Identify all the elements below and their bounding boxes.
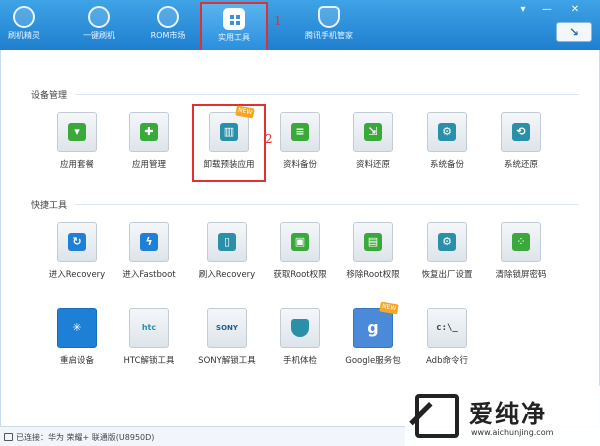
tab-utilities[interactable]: 实用工具 [200, 2, 268, 50]
menu-button[interactable]: ▾ [516, 4, 530, 16]
tab-tencent-manager[interactable]: 腾讯手机管家 [296, 2, 362, 48]
tool-label: 恢复出厂设置 [421, 270, 473, 280]
lightning-icon: ϟ [129, 222, 169, 262]
tool-data-restore[interactable]: ⇲ 资料还原 [333, 112, 413, 170]
tool-flash-recovery[interactable]: ▯ 刷入Recovery [187, 222, 267, 280]
document-backup-icon: ≡ [280, 112, 320, 152]
shopping-bag-icon: ▾ [57, 112, 97, 152]
htc-lock-icon: htc [129, 308, 169, 348]
tab-one-click-flash[interactable]: 一键刷机 [72, 2, 126, 48]
system-restore-icon: ⟲ [501, 112, 541, 152]
tool-label: Google服务包 [345, 356, 401, 366]
tab-flash-wizard[interactable]: 刷机精灵 [2, 2, 46, 48]
tool-label: 手机体检 [282, 356, 317, 366]
terminal-icon: c:\_ [427, 308, 467, 348]
watermark-url: www.aichunjing.com [471, 428, 554, 437]
spinner-icon: ✳ [57, 308, 97, 348]
section-title-device: 设备管理 [31, 91, 68, 101]
app-logo-icon [13, 6, 35, 28]
shield-icon [318, 6, 340, 28]
watermark-name: 爱纯净 [469, 400, 547, 428]
tool-app-manager[interactable]: ✚ 应用管理 [109, 112, 189, 170]
tool-system-backup[interactable]: ⚙ 系统备份 [407, 112, 487, 170]
top-toolbar: 刷机精灵 一键刷机 ROM市场 实用工具 1 腾讯手机管家 ▾ — ✕ ↘ [0, 0, 600, 50]
tool-label: 清除锁屏密码 [495, 270, 547, 280]
sony-lock-icon: SONY [207, 308, 247, 348]
tool-label: 重启设备 [59, 356, 94, 366]
connection-status: 已连接：华为 荣耀+ 联通版(U8950D) [16, 433, 155, 442]
tab-rom-market[interactable]: ROM市场 [138, 2, 198, 48]
tool-sony-unlock[interactable]: SONY SONY解锁工具 [187, 308, 267, 366]
tool-label: 获取Root权限 [273, 270, 327, 280]
tool-google-services[interactable]: g NEW Google服务包 [333, 301, 413, 366]
tool-label: 资料备份 [282, 160, 317, 170]
gears-icon: ⚙ [427, 222, 467, 262]
trash-icon: ▥ NEW [209, 105, 255, 152]
tablet-icon: ▯ [207, 222, 247, 262]
tool-phone-checkup[interactable]: 手机体检 [260, 308, 340, 366]
refresh-icon: ↻ [57, 222, 97, 262]
tool-reboot-device[interactable]: ✳ 重启设备 [37, 308, 117, 366]
tool-label: 进入Recovery [48, 270, 106, 280]
tab-label: 实用工具 [218, 33, 250, 42]
tool-label: Adb命令行 [426, 356, 468, 366]
tool-label: 应用套餐 [59, 160, 94, 170]
tab-label: 腾讯手机管家 [305, 31, 353, 40]
main-panel: 设备管理 ▾ 应用套餐 ✚ 应用管理 ▥ NEW 卸载预装应用 2 ≡ 资料备份… [0, 50, 600, 426]
tool-factory-reset[interactable]: ⚙ 恢复出厂设置 [407, 222, 487, 280]
tool-label: SONY解锁工具 [198, 356, 256, 366]
tool-enter-recovery[interactable]: ↻ 进入Recovery [37, 222, 117, 280]
tool-get-root[interactable]: ▣ 获取Root权限 [260, 222, 340, 280]
close-button[interactable]: ✕ [568, 4, 582, 16]
tool-label: 卸载预装应用 [203, 160, 255, 170]
tool-htc-unlock[interactable]: htc HTC解锁工具 [109, 308, 189, 366]
tool-label: 刷入Recovery [198, 270, 256, 280]
back-arrow-button[interactable]: ↘ [556, 22, 592, 42]
divider [75, 94, 579, 95]
tool-adb-terminal[interactable]: c:\_ Adb命令行 [407, 308, 487, 366]
device-connected-icon [4, 433, 13, 441]
cursor-icon [88, 6, 110, 28]
document-restore-icon: ⇲ [353, 112, 393, 152]
tool-label: 系统备份 [429, 160, 464, 170]
tool-label: HTC解锁工具 [123, 356, 175, 366]
divider [75, 204, 579, 205]
tab-label: 刷机精灵 [8, 31, 40, 40]
watermark: 爱纯净 www.aichunjing.com [405, 386, 600, 446]
tab-label: 一键刷机 [83, 31, 115, 40]
google-icon: g NEW [353, 301, 399, 348]
new-badge: NEW [379, 301, 399, 315]
annotation-number: 1 [274, 14, 282, 28]
system-backup-icon: ⚙ [427, 112, 467, 152]
tool-label: 移除Root权限 [346, 270, 400, 280]
android-icon [157, 6, 179, 28]
tool-system-restore[interactable]: ⟲ 系统还原 [481, 112, 561, 170]
pattern-lock-icon: ⁘ [501, 222, 541, 262]
minimize-button[interactable]: — [540, 4, 554, 16]
tool-remove-root[interactable]: ▤ 移除Root权限 [333, 222, 413, 280]
tool-data-backup[interactable]: ≡ 资料备份 [260, 112, 340, 170]
tool-label: 进入Fastboot [122, 270, 176, 280]
tool-app-bundle[interactable]: ▾ 应用套餐 [37, 112, 117, 170]
tool-label: 资料还原 [355, 160, 390, 170]
android-unroot-icon: ▤ [353, 222, 393, 262]
android-root-icon: ▣ [280, 222, 320, 262]
watermark-logo-icon [415, 394, 459, 438]
tool-uninstall-preinstalled[interactable]: ▥ NEW 卸载预装应用 [192, 104, 266, 182]
tool-enter-fastboot[interactable]: ϟ 进入Fastboot [109, 222, 189, 280]
grid-icon [223, 8, 245, 30]
new-badge: NEW [235, 105, 255, 119]
tool-clear-lock-password[interactable]: ⁘ 清除锁屏密码 [481, 222, 561, 280]
puzzle-icon: ✚ [129, 112, 169, 152]
checkup-shield-icon [280, 308, 320, 348]
section-title-quick: 快捷工具 [31, 201, 68, 211]
tool-label: 应用管理 [131, 160, 166, 170]
tool-label: 系统还原 [503, 160, 538, 170]
tab-label: ROM市场 [150, 31, 186, 40]
